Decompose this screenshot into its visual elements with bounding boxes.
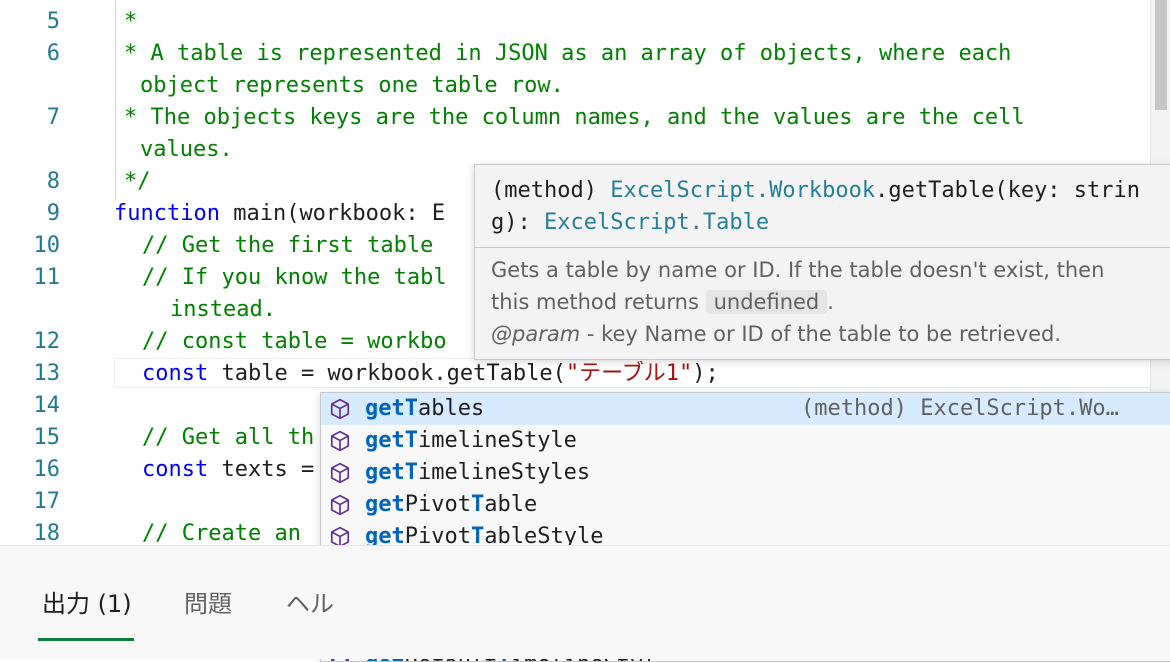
cube-method-icon <box>329 430 351 452</box>
code-line[interactable]: function main(workbook: E <box>114 198 445 230</box>
keyword-token: function <box>114 201 220 226</box>
code-token: ); <box>692 361 719 386</box>
code-token: table = workbook.getTable( <box>208 361 566 386</box>
match-highlight: getT <box>365 396 418 421</box>
doc-line: Gets a table by name or ID. If the table… <box>491 258 1105 282</box>
indent-guide <box>115 0 116 200</box>
line-number: 5 <box>46 9 60 34</box>
label-text: ables <box>417 396 485 421</box>
tab-problems[interactable]: 問題 <box>184 584 232 619</box>
line-number: 10 <box>33 233 61 258</box>
line-number: 18 <box>33 521 61 545</box>
label-text: imelineStyles <box>417 460 591 485</box>
keyword-token: const <box>142 457 209 482</box>
code-line[interactable]: * <box>124 6 137 38</box>
line-number: 14 <box>33 393 61 418</box>
code-line[interactable]: const table = workbook.getTable("テーブル1")… <box>142 358 719 390</box>
label-text: able <box>484 492 538 517</box>
line-number: 6 <box>46 41 60 66</box>
code-line[interactable]: // Get all th <box>142 422 314 454</box>
doc-text: . <box>827 290 834 314</box>
line-number: 17 <box>33 489 61 514</box>
suggestion-item[interactable]: getPivotTable <box>321 489 1170 521</box>
line-number: 9 <box>46 201 60 226</box>
param-text: - key Name or ID of the table to be retr… <box>580 322 1062 346</box>
tab-output[interactable]: 出力 (1) <box>42 584 132 619</box>
code-line[interactable]: * The objects keys are the column names,… <box>124 102 1025 134</box>
line-number: 11 <box>33 265 61 290</box>
match-highlight: get <box>365 492 405 517</box>
tab-help[interactable]: ヘル <box>286 584 334 619</box>
cube-method-icon <box>329 462 351 484</box>
cube-method-icon <box>329 398 351 420</box>
code-line[interactable]: const texts = <box>142 454 314 486</box>
line-number: 12 <box>33 329 61 354</box>
code-line-wrap[interactable]: object represents one table row. <box>140 70 564 102</box>
hover-tooltip: (method) ExcelScript.Workbook.getTable(k… <box>474 164 1170 360</box>
code-line-wrap[interactable]: instead. <box>170 294 276 326</box>
label-text: imelineStyle <box>417 428 577 453</box>
doc-text: this method returns <box>491 290 706 314</box>
string-token: "テーブル1" <box>565 361 693 386</box>
suggestion-label: getTimelineStyle <box>365 425 577 457</box>
suggestion-label: getTimelineStyles <box>365 457 590 489</box>
sig-prefix: (method) <box>491 178 611 203</box>
match-highlight: T <box>470 492 485 517</box>
label-text: Pivot <box>404 492 471 517</box>
code-line[interactable]: // If you know the tabl <box>142 262 447 294</box>
doc-param: @param - key Name or ID of the table to … <box>491 318 1157 350</box>
inline-code: undefined <box>705 290 828 314</box>
keyword-token: const <box>142 361 209 386</box>
line-number: 16 <box>33 457 61 482</box>
code-line[interactable]: // const table = workbo <box>142 326 447 358</box>
code-token: texts = <box>208 457 315 482</box>
code-token: main(workbook: E <box>219 201 446 226</box>
code-line-wrap[interactable]: values. <box>140 134 233 166</box>
suggestion-item[interactable]: getTimelineStyles <box>321 457 1170 489</box>
code-line[interactable]: */ <box>124 166 151 198</box>
method-documentation: Gets a table by name or ID. If the table… <box>475 248 1170 356</box>
line-number: 8 <box>46 169 60 194</box>
active-tab-indicator <box>38 638 134 641</box>
cube-method-icon <box>329 494 351 516</box>
sig-type: ExcelScript.Workbook <box>610 178 876 203</box>
line-number: 15 <box>33 425 61 450</box>
sig-return-type: ExcelScript.Table <box>543 210 770 235</box>
doc-line: this method returns undefined. <box>491 286 1157 318</box>
match-highlight: getT <box>365 460 418 485</box>
suggestion-item[interactable]: getTimelineStyle <box>321 425 1170 457</box>
suggestion-label: getPivotTable <box>365 489 537 521</box>
suggestion-item[interactable]: getTables (method) ExcelScript.Wo… <box>321 393 1170 425</box>
code-line[interactable]: // Get the first table <box>142 230 433 262</box>
scrollbar-thumb[interactable] <box>1155 0 1167 110</box>
suggestion-label: getTables <box>365 393 484 425</box>
line-number: 13 <box>33 361 61 386</box>
method-signature: (method) ExcelScript.Workbook.getTable(k… <box>475 165 1170 247</box>
suggestion-detail: (method) ExcelScript.Wo… <box>801 396 1119 421</box>
code-line[interactable]: // Create an <box>142 518 301 545</box>
match-highlight: getT <box>365 428 418 453</box>
code-line[interactable]: * A table is represented in JSON as an a… <box>124 38 1011 70</box>
param-tag: @param <box>491 322 581 346</box>
bottom-panel: 出力 (1) 問題 ヘル <box>0 545 1170 659</box>
line-number: 7 <box>46 105 60 130</box>
